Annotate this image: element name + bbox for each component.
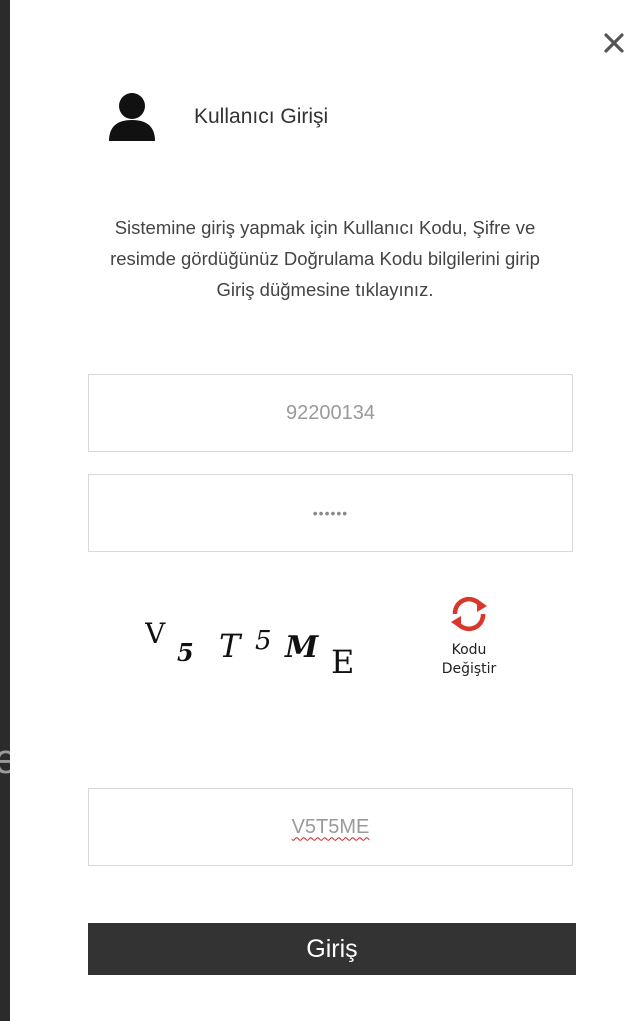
user-code-value: 92200134 bbox=[286, 401, 375, 424]
page-backdrop bbox=[0, 0, 10, 1021]
captcha-char-3: T bbox=[219, 627, 243, 665]
close-icon bbox=[604, 33, 624, 53]
refresh-icon bbox=[451, 596, 487, 632]
user-code-input[interactable]: 92200134 bbox=[88, 374, 573, 452]
instructions-text: Sistemine giriş yapmak için Kullanıcı Ko… bbox=[110, 217, 540, 300]
captcha-char-5: M bbox=[284, 630, 319, 665]
captcha-char-1: V bbox=[145, 617, 166, 650]
change-code-button[interactable]: Kodu Değiştir bbox=[430, 592, 508, 692]
login-modal: Kullanıcı Girişi Sistemine giriş yapmak … bbox=[10, 0, 641, 1021]
captcha-input-value: V5T5ME bbox=[291, 815, 370, 838]
modal-header: Kullanıcı Girişi bbox=[108, 90, 328, 142]
user-icon bbox=[109, 93, 155, 141]
refresh-label-line1: Kodu bbox=[451, 642, 487, 658]
close-button[interactable] bbox=[599, 28, 629, 58]
captcha-image: V 5 T 5 M E bbox=[145, 617, 354, 681]
captcha-char-4: 5 bbox=[255, 626, 272, 656]
login-button-label: Giriş bbox=[306, 934, 358, 963]
captcha-input[interactable]: V5T5ME bbox=[88, 788, 573, 866]
password-mask: •••••• bbox=[312, 505, 349, 521]
login-button[interactable]: Giriş bbox=[88, 923, 576, 975]
captcha-char-2: 5 bbox=[177, 638, 194, 667]
refresh-label: Kodu Değiştir bbox=[430, 641, 508, 679]
captcha-char-6: E bbox=[331, 643, 354, 681]
modal-title: Kullanıcı Girişi bbox=[194, 105, 329, 128]
refresh-label-line2: Değiştir bbox=[441, 661, 497, 677]
password-input[interactable]: •••••• bbox=[88, 474, 573, 552]
